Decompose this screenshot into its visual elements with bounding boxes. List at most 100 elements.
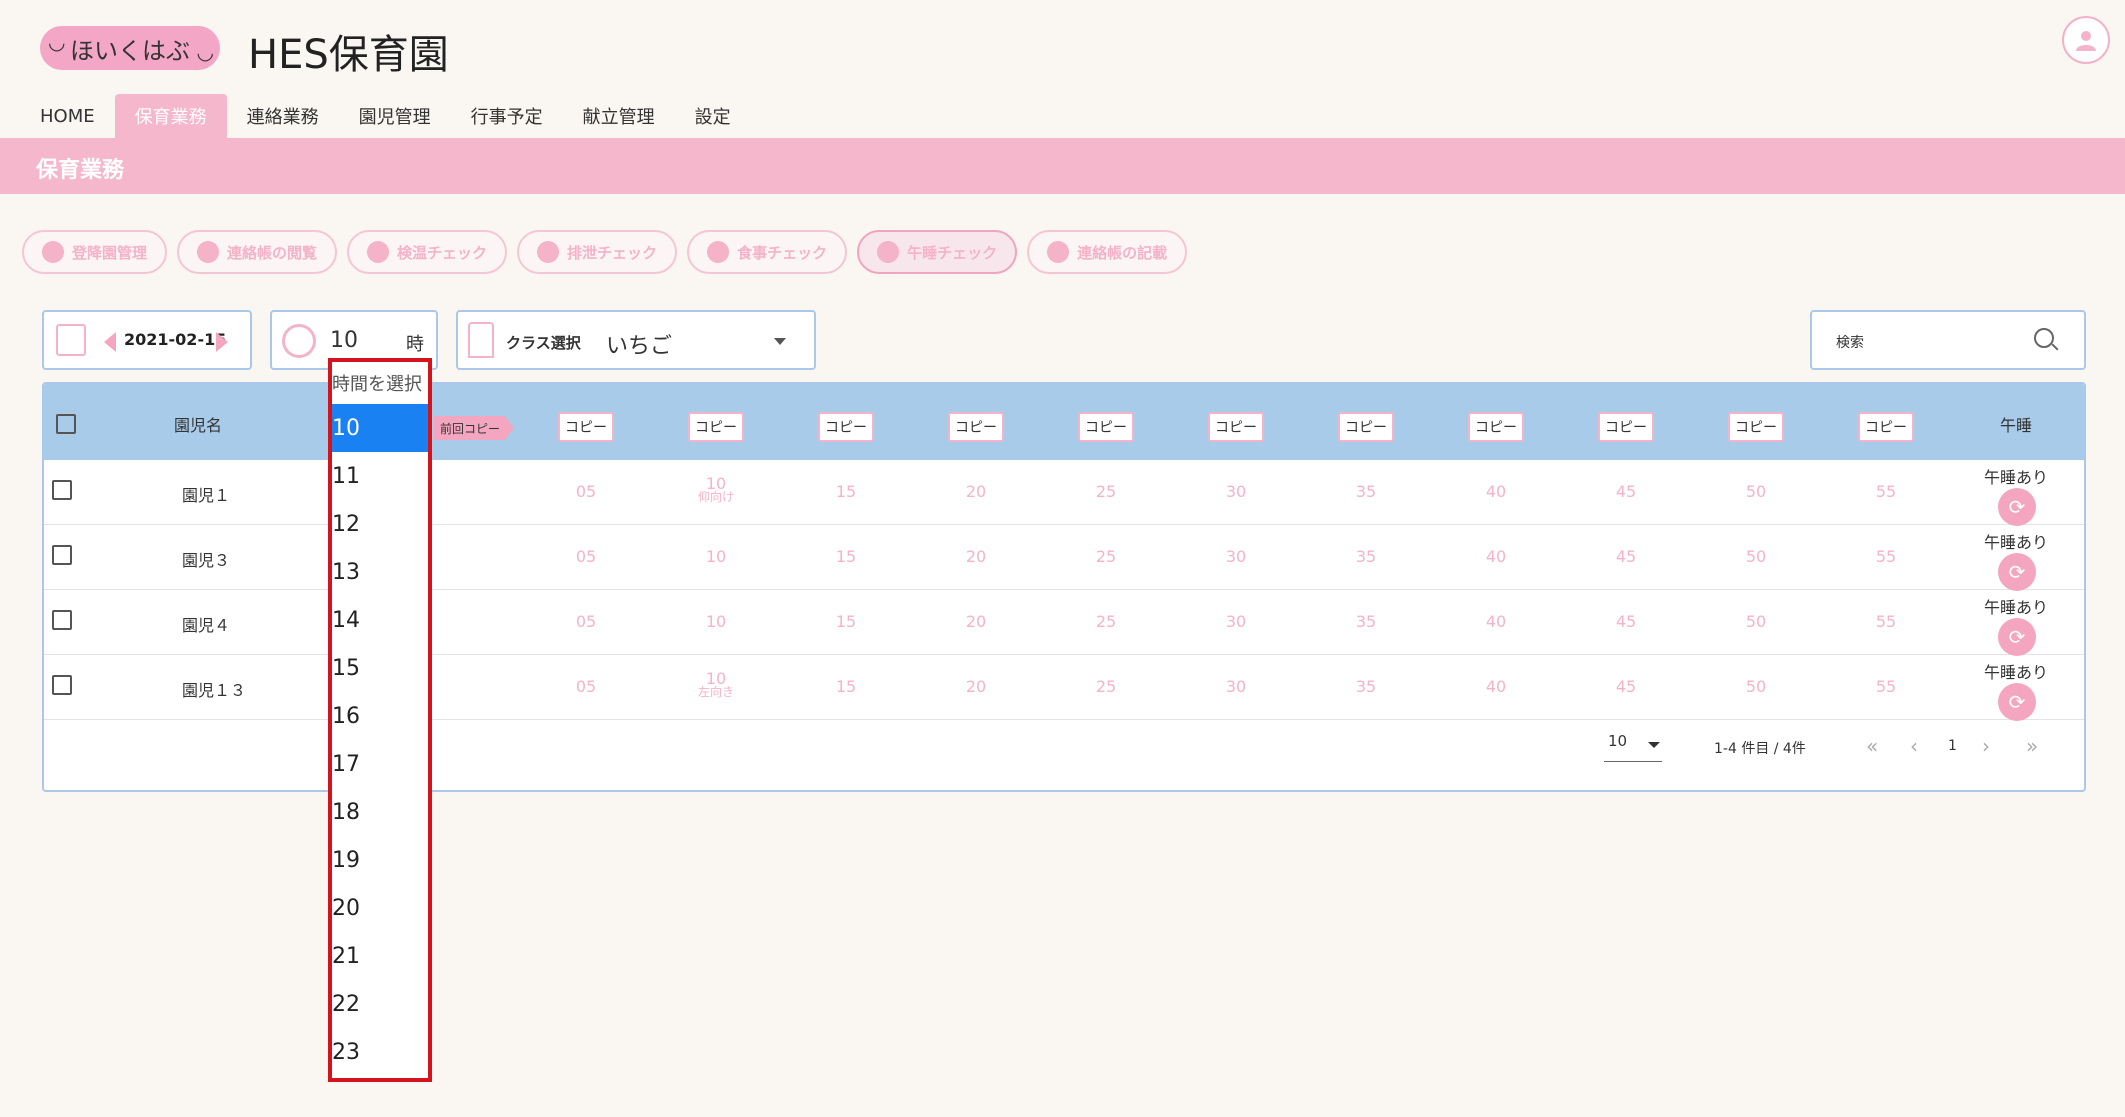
- minute-cell[interactable]: 45: [1598, 612, 1654, 631]
- copy-button[interactable]: コピー: [688, 412, 744, 442]
- minute-cell[interactable]: 30: [1208, 677, 1264, 696]
- hour-option[interactable]: 20: [332, 884, 428, 932]
- minute-cell[interactable]: 50: [1728, 482, 1784, 501]
- search-field[interactable]: 検索: [1810, 310, 2086, 370]
- minute-cell[interactable]: 05: [558, 482, 614, 501]
- write-notebook-button[interactable]: 連絡帳の記載: [1027, 230, 1188, 274]
- minute-cell[interactable]: 30: [1208, 482, 1264, 501]
- minute-cell[interactable]: 15: [818, 482, 874, 501]
- copy-button[interactable]: コピー: [1208, 412, 1264, 442]
- class-select[interactable]: クラス選択 いちご: [456, 310, 816, 370]
- hour-option[interactable]: 13: [332, 548, 428, 596]
- next-page-icon[interactable]: ›: [1982, 734, 1990, 758]
- copy-button[interactable]: コピー: [1728, 412, 1784, 442]
- minute-cell[interactable]: 40: [1468, 612, 1524, 631]
- minute-cell[interactable]: 55: [1858, 612, 1914, 631]
- nav-settings[interactable]: 設定: [675, 94, 751, 138]
- copy-button[interactable]: コピー: [1858, 412, 1914, 442]
- hour-option[interactable]: 22: [332, 980, 428, 1028]
- meal-check-button[interactable]: 食事チェック: [687, 230, 848, 274]
- minute-cell[interactable]: 15: [818, 612, 874, 631]
- refresh-button[interactable]: ⟳: [1998, 553, 2036, 591]
- nav-contact[interactable]: 連絡業務: [227, 94, 339, 138]
- calendar-icon[interactable]: [56, 324, 86, 356]
- date-value[interactable]: 2021-02-15: [124, 330, 226, 349]
- hour-option[interactable]: 16: [332, 692, 428, 740]
- minute-cell[interactable]: 40: [1468, 677, 1524, 696]
- copy-button[interactable]: コピー: [1468, 412, 1524, 442]
- hour-option[interactable]: 11: [332, 452, 428, 500]
- minute-cell[interactable]: 35: [1338, 612, 1394, 631]
- minute-cell[interactable]: 55: [1858, 547, 1914, 566]
- minute-cell[interactable]: 20: [948, 482, 1004, 501]
- view-notebook-button[interactable]: 連絡帳の閲覧: [177, 230, 338, 274]
- copy-button[interactable]: コピー: [1078, 412, 1134, 442]
- nav-home[interactable]: HOME: [20, 94, 115, 138]
- nav-menu[interactable]: 献立管理: [563, 94, 675, 138]
- copy-button[interactable]: コピー: [948, 412, 1004, 442]
- minute-cell[interactable]: 35: [1338, 482, 1394, 501]
- minute-cell[interactable]: 35: [1338, 547, 1394, 566]
- prev-page-icon[interactable]: ‹: [1910, 734, 1918, 758]
- hour-option[interactable]: 17: [332, 740, 428, 788]
- minute-cell[interactable]: 25: [1078, 547, 1134, 566]
- minute-cell[interactable]: 25: [1078, 677, 1134, 696]
- copy-button[interactable]: コピー: [1338, 412, 1394, 442]
- minute-cell[interactable]: 10: [688, 547, 744, 566]
- nav-events[interactable]: 行事予定: [451, 94, 563, 138]
- hour-option[interactable]: 18: [332, 788, 428, 836]
- minute-cell[interactable]: 10 仰向け: [688, 474, 744, 503]
- minute-cell[interactable]: 05: [558, 677, 614, 696]
- toilet-check-button[interactable]: 排泄チェック: [517, 230, 678, 274]
- nav-childcare[interactable]: 保育業務: [114, 94, 227, 138]
- row-checkbox[interactable]: [52, 675, 72, 695]
- attendance-button[interactable]: 登降園管理: [22, 230, 168, 274]
- nap-check-button[interactable]: 午睡チェック: [857, 230, 1018, 274]
- minute-cell[interactable]: 10 左向き: [688, 669, 744, 698]
- prev-date-arrow[interactable]: [104, 332, 116, 352]
- minute-cell[interactable]: 20: [948, 547, 1004, 566]
- minute-cell[interactable]: 55: [1858, 677, 1914, 696]
- first-page-icon[interactable]: «: [1866, 734, 1878, 758]
- temperature-check-button[interactable]: 検温チェック: [347, 230, 508, 274]
- minute-cell[interactable]: 30: [1208, 612, 1264, 631]
- minute-cell[interactable]: 10: [688, 612, 744, 631]
- minute-cell[interactable]: 45: [1598, 547, 1654, 566]
- search-icon[interactable]: [2034, 328, 2054, 348]
- minute-cell[interactable]: 30: [1208, 547, 1264, 566]
- hour-option[interactable]: 14: [332, 596, 428, 644]
- nav-children[interactable]: 園児管理: [339, 94, 451, 138]
- row-checkbox[interactable]: [52, 480, 72, 500]
- minute-cell[interactable]: 15: [818, 547, 874, 566]
- minute-cell[interactable]: 55: [1858, 482, 1914, 501]
- minute-cell[interactable]: 50: [1728, 677, 1784, 696]
- copy-button[interactable]: コピー: [818, 412, 874, 442]
- minute-cell[interactable]: 40: [1468, 547, 1524, 566]
- last-page-icon[interactable]: »: [2026, 734, 2038, 758]
- hour-option[interactable]: 21: [332, 932, 428, 980]
- minute-cell[interactable]: 05: [558, 612, 614, 631]
- minute-cell[interactable]: 20: [948, 612, 1004, 631]
- minute-cell[interactable]: 40: [1468, 482, 1524, 501]
- copy-button[interactable]: コピー: [1598, 412, 1654, 442]
- user-account-button[interactable]: [2062, 16, 2110, 64]
- minute-cell[interactable]: 25: [1078, 482, 1134, 501]
- minute-cell[interactable]: 05: [558, 547, 614, 566]
- minute-cell[interactable]: 45: [1598, 677, 1654, 696]
- hour-option[interactable]: 12: [332, 500, 428, 548]
- minute-cell[interactable]: 50: [1728, 612, 1784, 631]
- hour-option[interactable]: 10: [332, 404, 428, 452]
- refresh-button[interactable]: ⟳: [1998, 618, 2036, 656]
- minute-cell[interactable]: 50: [1728, 547, 1784, 566]
- minute-cell[interactable]: 25: [1078, 612, 1134, 631]
- minute-cell[interactable]: 35: [1338, 677, 1394, 696]
- row-checkbox[interactable]: [52, 610, 72, 630]
- copy-button[interactable]: コピー: [558, 412, 614, 442]
- minute-cell[interactable]: 20: [948, 677, 1004, 696]
- hour-option[interactable]: 15: [332, 644, 428, 692]
- row-checkbox[interactable]: [52, 545, 72, 565]
- hour-option[interactable]: 23: [332, 1028, 428, 1076]
- minute-cell[interactable]: 15: [818, 677, 874, 696]
- prev-copy-button[interactable]: 前回コピー: [434, 416, 514, 440]
- minute-cell[interactable]: 45: [1598, 482, 1654, 501]
